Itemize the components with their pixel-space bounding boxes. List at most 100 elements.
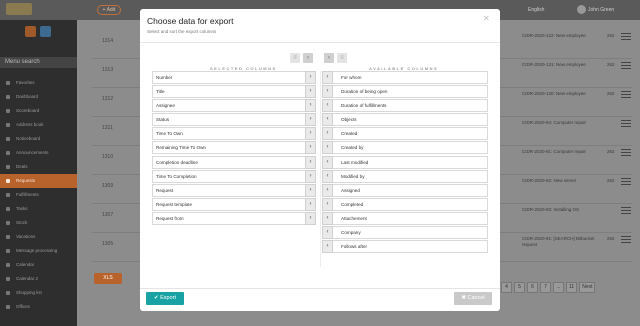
available-column-item[interactable]: ‹ Attachement [322, 211, 488, 225]
move-right-icon[interactable]: › [305, 183, 316, 197]
user-name[interactable]: John Green [588, 7, 614, 13]
move-left-icon[interactable]: ‹ [322, 141, 333, 155]
selected-column-item[interactable]: Request from › [152, 211, 316, 225]
page-link[interactable]: 6 [527, 282, 538, 293]
available-column-item[interactable]: ‹ Follows after [322, 240, 488, 254]
add-button[interactable]: + Add [97, 5, 121, 15]
row-menu-icon[interactable] [621, 91, 631, 98]
column-label: Objects [341, 117, 357, 123]
selected-column-item[interactable]: Number › [152, 71, 316, 84]
sidebar-item[interactable]: Tasks [0, 202, 77, 216]
sidebar-item[interactable]: Dashboard [0, 90, 77, 104]
available-column-item[interactable]: ‹ Assigned [322, 183, 488, 197]
sidebar-item[interactable]: Shopping list [0, 286, 77, 300]
selected-column-item[interactable]: Assignee › [152, 99, 316, 113]
sidebar-item[interactable]: Noticeboard [0, 132, 77, 146]
remove-all-icon[interactable]: ≡ [290, 53, 300, 63]
cancel-button[interactable]: ✖ Cancel [454, 292, 492, 305]
move-left-icon[interactable]: ‹ [322, 155, 333, 169]
move-all-left-icon[interactable]: ‹ [324, 53, 334, 63]
selected-column-item[interactable]: Completion deadline › [152, 155, 316, 169]
page-link[interactable]: 7 [540, 282, 551, 293]
available-column-item[interactable]: ‹ Modified by [322, 169, 488, 183]
available-column-item[interactable]: ‹ Company [322, 226, 488, 240]
move-right-icon[interactable]: › [305, 197, 316, 211]
sidebar-item[interactable]: Announcements [0, 146, 77, 160]
avatar[interactable] [577, 5, 586, 14]
available-column-item[interactable]: ‹ For whom [322, 71, 488, 84]
row-menu-icon[interactable] [621, 62, 631, 69]
add-all-icon[interactable]: ≡ [337, 53, 347, 63]
row-menu-icon[interactable] [621, 33, 631, 40]
row-menu-icon[interactable] [621, 149, 631, 156]
move-right-icon[interactable]: › [305, 211, 316, 225]
move-left-icon[interactable]: ‹ [322, 183, 333, 197]
move-right-icon[interactable]: › [305, 169, 316, 183]
move-right-icon[interactable]: › [305, 155, 316, 169]
available-column-item[interactable]: ‹ Duration of fulfillments [322, 99, 488, 113]
sidebar-item[interactable]: Offices [0, 300, 77, 314]
export-button[interactable]: ✔ Export [146, 292, 184, 305]
selected-column-item[interactable]: Request › [152, 183, 316, 197]
selected-column-item[interactable]: Title › [152, 85, 316, 99]
page-link[interactable]: 4 [501, 282, 512, 293]
selected-column-item[interactable]: Time To Own › [152, 127, 316, 141]
selected-column-item[interactable]: Remaining Time To Own › [152, 141, 316, 155]
move-left-icon[interactable]: ‹ [322, 197, 333, 211]
sidebar-item[interactable]: Message processing [0, 244, 77, 258]
row-menu-icon[interactable] [621, 207, 631, 214]
menu-search-input[interactable]: Menu search [0, 57, 77, 68]
available-column-item[interactable]: ‹ Objects [322, 113, 488, 127]
selected-column-item[interactable]: Request template › [152, 197, 316, 211]
move-right-icon[interactable]: › [305, 113, 316, 127]
move-left-icon[interactable]: ‹ [322, 169, 333, 183]
selected-column-item[interactable]: Status › [152, 113, 316, 127]
sidebar-item[interactable]: Deals [0, 160, 77, 174]
row-menu-icon[interactable] [621, 120, 631, 127]
available-column-item[interactable]: ‹ Last modified [322, 155, 488, 169]
page-link[interactable]: Next [579, 282, 596, 293]
move-left-icon[interactable]: ‹ [322, 85, 333, 99]
sidebar-item[interactable]: Stock [0, 216, 77, 230]
row-menu-icon[interactable] [621, 236, 631, 243]
row-description: CIDR-2020-83: Installing OS [522, 207, 580, 212]
available-column-item[interactable]: ‹ Duration of being open [322, 85, 488, 99]
sidebar-item[interactable]: Calendar [0, 258, 77, 272]
column-label: Request [156, 187, 174, 193]
language-selector[interactable]: English [528, 7, 544, 13]
sidebar-item[interactable]: Scoreboard [0, 104, 77, 118]
sidebar-item[interactable]: Favorites [0, 76, 77, 90]
column-label: Completion deadline [156, 159, 198, 165]
sidebar-item[interactable]: Requests [0, 174, 77, 188]
row-menu-icon[interactable] [621, 178, 631, 185]
move-right-icon[interactable]: › [305, 127, 316, 141]
move-left-icon[interactable]: ‹ [322, 240, 333, 254]
page-link[interactable]: ... [553, 282, 564, 293]
move-left-icon[interactable]: ‹ [322, 127, 333, 141]
export-xls-button[interactable]: XLS [94, 273, 122, 284]
move-left-icon[interactable]: ‹ [322, 71, 333, 84]
move-all-right-icon[interactable]: › [303, 53, 313, 63]
move-right-icon[interactable]: › [305, 99, 316, 113]
move-right-icon[interactable]: › [305, 85, 316, 99]
page-link[interactable]: 11 [566, 282, 578, 293]
column-label: Time To Own [156, 131, 183, 137]
page-link[interactable]: 5 [514, 282, 525, 293]
move-left-icon[interactable]: ‹ [322, 211, 333, 225]
available-column-item[interactable]: ‹ Completed [322, 197, 488, 211]
sidebar-item[interactable]: Address book [0, 118, 77, 132]
move-left-icon[interactable]: ‹ [322, 99, 333, 113]
available-column-item[interactable]: ‹ Created [322, 127, 488, 141]
sidebar-item[interactable]: Vacations [0, 230, 77, 244]
close-icon[interactable]: ✕ [483, 14, 490, 23]
selected-column-item[interactable]: Time To Completion › [152, 169, 316, 183]
sidebar-item[interactable]: Calendar 2 [0, 272, 77, 286]
move-left-icon[interactable]: ‹ [322, 226, 333, 240]
row-number: 262 [607, 236, 615, 241]
available-column-item[interactable]: ‹ Created by [322, 141, 488, 155]
move-right-icon[interactable]: › [305, 141, 316, 155]
row-description: CIDR-2020-122: New employee [522, 33, 586, 38]
move-left-icon[interactable]: ‹ [322, 113, 333, 127]
move-right-icon[interactable]: › [305, 71, 316, 84]
sidebar-item[interactable]: Fulfillments [0, 188, 77, 202]
